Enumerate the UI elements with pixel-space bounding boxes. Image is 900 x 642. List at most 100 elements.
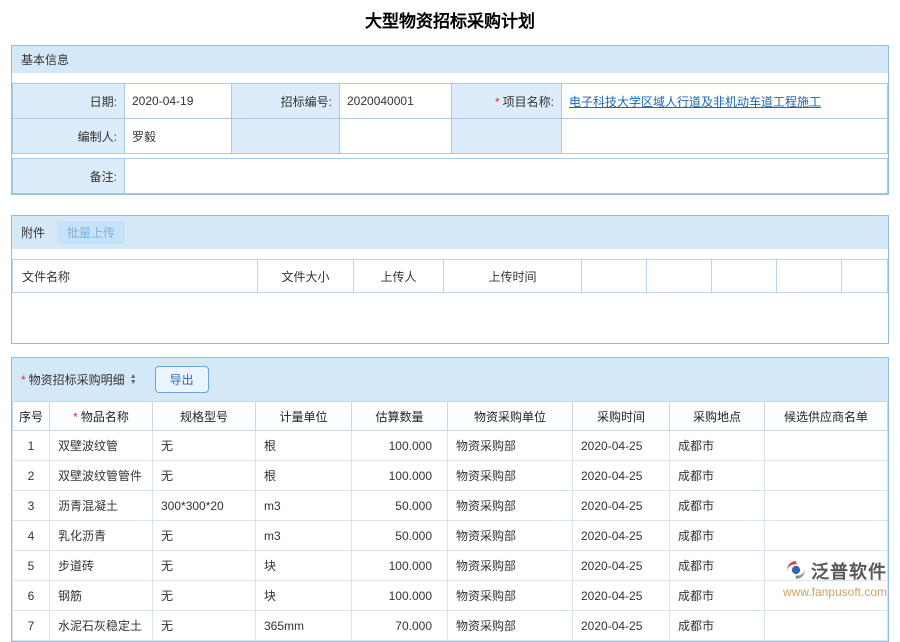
attachment-col-header-empty <box>842 260 888 293</box>
detail-cell: 无 <box>153 611 256 641</box>
detail-row: 7水泥石灰稳定土无365mm70.000物资采购部2020-04-25成都市 <box>13 611 888 641</box>
project-name-cell: 电子科技大学区域人行道及非机动车道工程施工 <box>562 84 888 119</box>
preparer-label: 编制人: <box>13 119 125 154</box>
detail-header-bar: * 物资招标采购明细 ▲ ▼ 导出 <box>12 358 888 401</box>
attachments-header-row: 文件名称文件大小上传人上传时间 <box>13 260 888 293</box>
attachments-table: 文件名称文件大小上传人上传时间 <box>12 259 888 293</box>
detail-row: 5步道砖无块100.000物资采购部2020-04-25成都市 <box>13 551 888 581</box>
detail-cell: 块 <box>256 581 352 611</box>
sort-down-icon: ▼ <box>130 380 137 386</box>
basic-info-panel: 基本信息 日期: 2020-04-19 招标编号: 2020040001 *项目… <box>11 45 889 195</box>
detail-cell: 300*300*20 <box>153 491 256 521</box>
detail-required-asterisk: * <box>21 373 26 387</box>
attachment-col-header-empty <box>777 260 842 293</box>
detail-cell <box>765 461 888 491</box>
detail-cell <box>765 491 888 521</box>
detail-row: 4乳化沥青无m350.000物资采购部2020-04-25成都市 <box>13 521 888 551</box>
basic-info-table: 日期: 2020-04-19 招标编号: 2020040001 *项目名称: 电… <box>12 83 888 154</box>
detail-table: 序号*物品名称规格型号计量单位估算数量物资采购单位采购时间采购地点候选供应商名单… <box>12 401 888 641</box>
detail-cell: 50.000 <box>352 491 448 521</box>
attachment-col-header-empty <box>582 260 647 293</box>
detail-col-header: 估算数量 <box>352 402 448 431</box>
detail-cell: 物资采购部 <box>448 521 573 551</box>
detail-col-header: 物资采购单位 <box>448 402 573 431</box>
detail-cell: 2020-04-25 <box>573 611 670 641</box>
brand-row: 泛普软件 <box>783 558 887 584</box>
empty-value-cell <box>340 119 452 154</box>
attachments-header-bar: 附件 批量上传 <box>12 216 888 249</box>
detail-col-header: *物品名称 <box>50 402 153 431</box>
detail-cell: 2 <box>13 461 50 491</box>
detail-cell: 6 <box>13 581 50 611</box>
bid-number-value: 2020040001 <box>340 84 452 119</box>
attachment-col-header: 上传人 <box>354 260 444 293</box>
detail-cell: 2020-04-25 <box>573 521 670 551</box>
detail-cell: 无 <box>153 521 256 551</box>
attachment-col-header: 文件大小 <box>258 260 354 293</box>
detail-cell: 钢筋 <box>50 581 153 611</box>
empty-value-cell <box>562 119 888 154</box>
detail-cell: 物资采购部 <box>448 491 573 521</box>
brand-footer: 泛普软件 www.fanpusoft.com <box>783 558 887 599</box>
detail-cell: 无 <box>153 581 256 611</box>
detail-cell: 3 <box>13 491 50 521</box>
detail-cell: 根 <box>256 461 352 491</box>
remark-row: 备注: <box>13 159 888 194</box>
detail-cell: 水泥石灰稳定土 <box>50 611 153 641</box>
export-button[interactable]: 导出 <box>155 366 209 393</box>
brand-name: 泛普软件 <box>811 558 887 584</box>
date-label: 日期: <box>13 84 125 119</box>
sort-icon[interactable]: ▲ ▼ <box>130 374 137 386</box>
bid-number-label: 招标编号: <box>232 84 340 119</box>
detail-cell: 沥青混凝土 <box>50 491 153 521</box>
detail-cell: 物资采购部 <box>448 431 573 461</box>
basic-info-header-bar: 基本信息 <box>12 46 888 73</box>
detail-col-header: 候选供应商名单 <box>765 402 888 431</box>
detail-cell: 7 <box>13 611 50 641</box>
detail-cell: m3 <box>256 521 352 551</box>
detail-cell: 成都市 <box>670 521 765 551</box>
detail-cell: 100.000 <box>352 551 448 581</box>
detail-cell: 成都市 <box>670 491 765 521</box>
detail-cell: 2020-04-25 <box>573 581 670 611</box>
batch-upload-button[interactable]: 批量上传 <box>57 221 125 244</box>
detail-cell: 2020-04-25 <box>573 491 670 521</box>
basic-info-row-2: 编制人: 罗毅 <box>13 119 888 154</box>
detail-cell: 成都市 <box>670 461 765 491</box>
basic-info-section-title: 基本信息 <box>21 51 69 68</box>
detail-row: 6钢筋无块100.000物资采购部2020-04-25成都市 <box>13 581 888 611</box>
detail-cell: 物资采购部 <box>448 551 573 581</box>
detail-cell: 物资采购部 <box>448 461 573 491</box>
detail-cell: m3 <box>256 491 352 521</box>
project-name-label: 项目名称: <box>503 95 554 109</box>
detail-cell: 双壁波纹管管件 <box>50 461 153 491</box>
detail-cell: 根 <box>256 431 352 461</box>
spacer <box>12 249 888 259</box>
brand-website: www.fanpusoft.com <box>783 585 887 599</box>
detail-col-header: 计量单位 <box>256 402 352 431</box>
detail-row: 1双壁波纹管无根100.000物资采购部2020-04-25成都市 <box>13 431 888 461</box>
detail-panel: * 物资招标采购明细 ▲ ▼ 导出 序号*物品名称规格型号计量单位估算数量物资采… <box>11 357 889 642</box>
date-value: 2020-04-19 <box>125 84 232 119</box>
detail-cell: 物资采购部 <box>448 581 573 611</box>
attachment-col-header: 文件名称 <box>13 260 258 293</box>
detail-cell: 4 <box>13 521 50 551</box>
detail-col-header: 采购时间 <box>573 402 670 431</box>
detail-cell: 乳化沥青 <box>50 521 153 551</box>
detail-cell: 无 <box>153 461 256 491</box>
detail-col-header: 序号 <box>13 402 50 431</box>
detail-cell <box>765 611 888 641</box>
fanpusoft-logo-icon <box>785 559 807 584</box>
empty-label-cell <box>452 119 562 154</box>
detail-cell: 成都市 <box>670 551 765 581</box>
detail-col-header: 规格型号 <box>153 402 256 431</box>
detail-cell: 70.000 <box>352 611 448 641</box>
detail-cell: 100.000 <box>352 581 448 611</box>
attachment-col-header: 上传时间 <box>444 260 582 293</box>
detail-cell: 双壁波纹管 <box>50 431 153 461</box>
project-name-link[interactable]: 电子科技大学区域人行道及非机动车道工程施工 <box>569 95 821 109</box>
project-name-label-cell: *项目名称: <box>452 84 562 119</box>
detail-cell: 2020-04-25 <box>573 431 670 461</box>
remark-table: 备注: <box>12 158 888 194</box>
detail-section-title: 物资招标采购明细 <box>29 371 125 388</box>
